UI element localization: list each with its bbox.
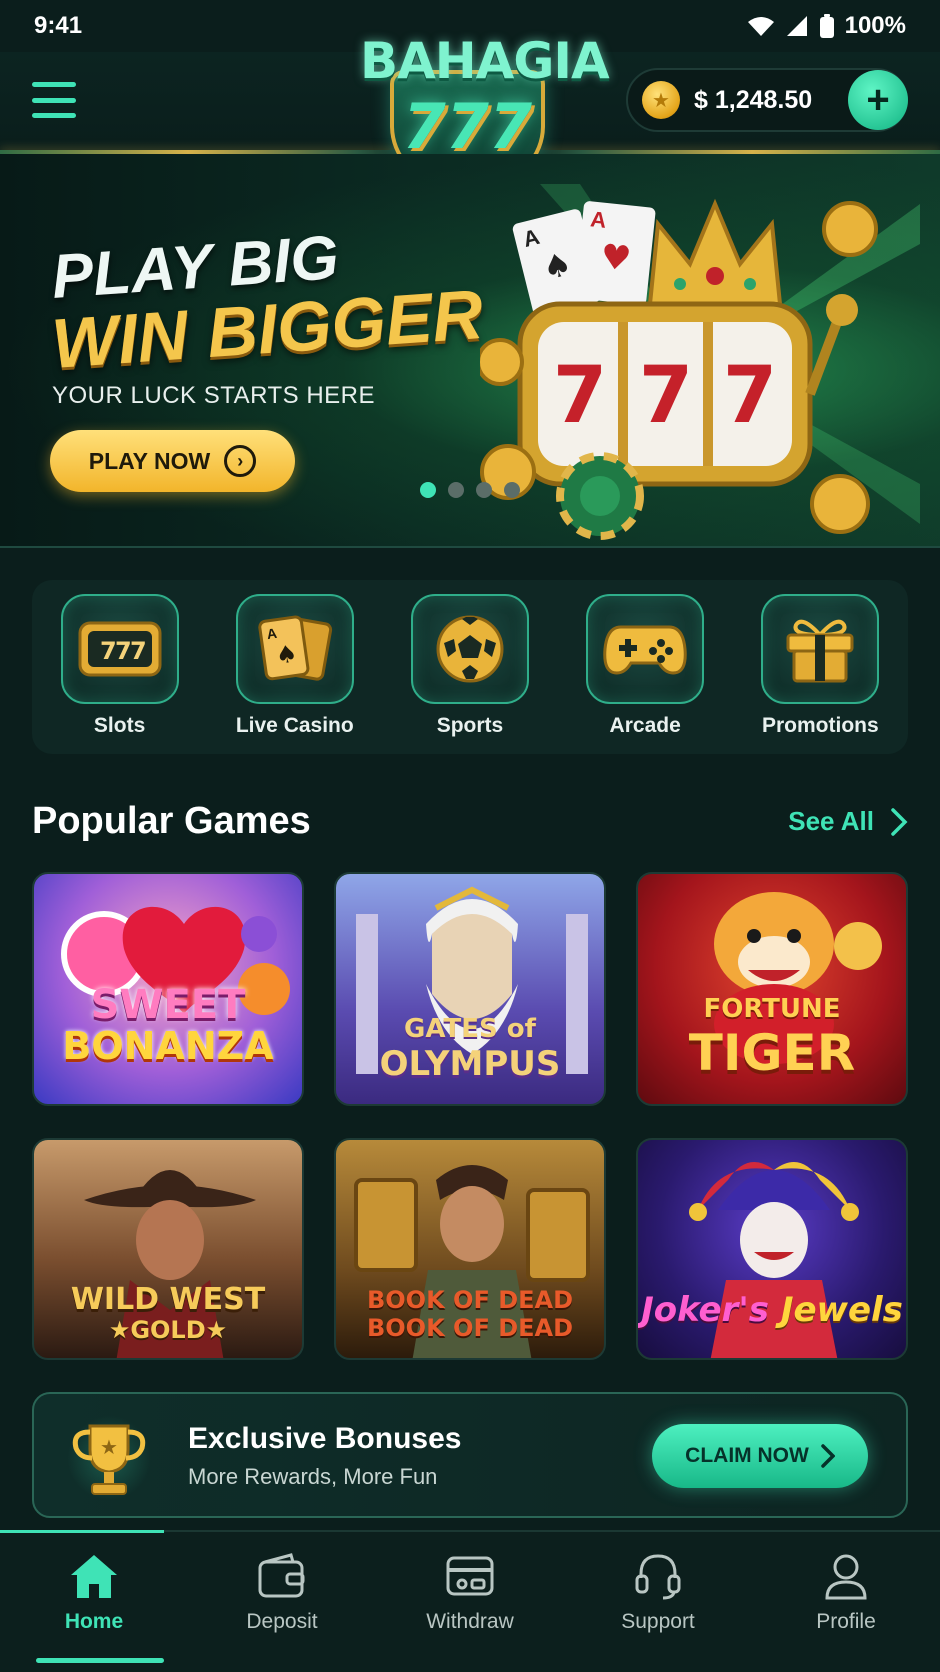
chevron-right-icon xyxy=(821,1444,835,1468)
trophy-icon: ★ xyxy=(72,1424,146,1495)
svg-text:7: 7 xyxy=(553,351,607,441)
balance-pill[interactable]: ★ $ 1,248.50 + xyxy=(626,68,908,132)
active-tab-indicator xyxy=(36,1658,164,1663)
gift-icon xyxy=(786,619,854,683)
svg-text:★: ★ xyxy=(100,1435,118,1459)
category-arcade[interactable]: Arcade xyxy=(580,594,710,738)
hero-divider xyxy=(0,546,940,548)
game-title: FORTUNE xyxy=(703,994,841,1024)
status-time: 9:41 xyxy=(34,12,83,39)
user-icon xyxy=(825,1554,867,1600)
battery-level: 100% xyxy=(844,12,906,39)
category-label: Sports xyxy=(436,714,504,737)
game-subtitle: OLYMPUS xyxy=(379,1044,561,1084)
active-tab-indicator-top xyxy=(0,1530,164,1533)
game-title: BOOK OF DEAD xyxy=(366,1286,573,1314)
status-indicators: 100% xyxy=(747,12,906,40)
game-subtitle: TIGER xyxy=(688,1024,856,1082)
game-subtitle: BONANZA xyxy=(62,1024,274,1068)
game-title: SWEET xyxy=(90,982,246,1028)
add-funds-button[interactable]: + xyxy=(848,70,908,130)
hero-subtitle: YOUR LUCK STARTS HERE xyxy=(52,382,376,409)
game-tile-sweet-bonanza[interactable]: SWEET BONANZA xyxy=(32,872,304,1106)
logo-number: 777 xyxy=(402,90,533,163)
nav-label: Support xyxy=(621,1610,695,1633)
game-title: Joker's Jewels xyxy=(638,1290,906,1330)
balance-amount: $ 1,248.50 xyxy=(694,85,813,114)
claim-now-label: CLAIM NOW xyxy=(685,1444,809,1467)
nav-withdraw[interactable]: Withdraw xyxy=(395,1552,545,1672)
wifi-icon xyxy=(747,17,774,36)
exclusive-bonus-card[interactable]: ★ Exclusive Bonuses More Rewards, More F… xyxy=(32,1392,908,1518)
see-all-label: See All xyxy=(788,806,874,836)
game-title-part2: Jewels xyxy=(780,1290,903,1330)
bonus-subtitle: More Rewards, More Fun xyxy=(188,1464,438,1489)
nav-home[interactable]: Home xyxy=(19,1552,169,1672)
category-label: Slots xyxy=(93,714,146,737)
svg-text:7: 7 xyxy=(723,351,777,441)
category-label: Promotions xyxy=(762,714,879,737)
carousel-dot[interactable] xyxy=(504,482,520,498)
game-tile-wild-west-gold[interactable]: WILD WEST ★GOLD★ xyxy=(32,1138,304,1360)
category-live-casino[interactable]: A ♠ Live Casino xyxy=(230,594,360,738)
game-subtitle: ★GOLD★ xyxy=(108,1316,228,1344)
svg-text:7: 7 xyxy=(130,637,147,665)
battery-icon xyxy=(819,14,834,38)
play-now-button[interactable]: PLAY NOW › xyxy=(50,430,295,492)
game-subtitle: BOOK OF DEAD xyxy=(366,1314,573,1342)
nav-profile[interactable]: Profile xyxy=(771,1552,921,1672)
slot-machine-icon: 7 7 7 xyxy=(78,621,162,677)
see-all-link[interactable]: See All xyxy=(788,806,908,837)
game-tile-fortune-tiger[interactable]: FORTUNE TIGER xyxy=(636,872,908,1106)
trophy-glow: ★ xyxy=(66,1416,152,1500)
crown-icon xyxy=(647,198,783,306)
nav-deposit[interactable]: Deposit xyxy=(207,1552,357,1672)
chevron-right-icon xyxy=(891,807,908,836)
play-now-label: PLAY NOW xyxy=(88,447,211,474)
svg-text:♥: ♥ xyxy=(599,237,633,280)
coin-icon: ★ xyxy=(642,81,680,119)
svg-text:♠: ♠ xyxy=(274,639,299,670)
game-title-part1: Joker's xyxy=(641,1290,769,1330)
game-tile-jokers-jewels[interactable]: Joker's Jewels xyxy=(636,1138,908,1360)
card-icon xyxy=(446,1556,494,1596)
signal-icon xyxy=(786,16,807,36)
bonus-title: Exclusive Bonuses xyxy=(188,1422,462,1455)
home-icon xyxy=(71,1555,117,1598)
nav-label: Profile xyxy=(816,1610,876,1633)
menu-icon[interactable] xyxy=(32,82,76,118)
game-tile-gates-of-olympus[interactable]: GATES of OLYMPUS xyxy=(334,872,606,1106)
category-bar: 7 7 7 Slots A ♠ Live Casino Sports Arcad… xyxy=(32,580,908,754)
playing-cards-icon: A ♠ xyxy=(258,615,332,681)
game-title: WILD WEST xyxy=(70,1282,266,1317)
nav-label: Deposit xyxy=(246,1610,318,1633)
wallet-icon xyxy=(258,1553,305,1598)
claim-now-button[interactable]: CLAIM NOW xyxy=(652,1424,868,1488)
game-tile-book-of-dead[interactable]: BOOK OF DEAD BOOK OF DEAD xyxy=(334,1138,606,1360)
nav-label: Home xyxy=(64,1610,124,1633)
carousel-dot[interactable] xyxy=(448,482,464,498)
hero-banner[interactable]: PLAY BIG WIN BIGGER YOUR LUCK STARTS HER… xyxy=(0,154,940,546)
logo-title: BAHAGIA xyxy=(360,32,610,90)
carousel-dots xyxy=(420,482,520,498)
bottom-navigation: Home Deposit Withdraw Support Profile xyxy=(0,1530,940,1672)
category-slots[interactable]: 7 7 7 Slots xyxy=(55,594,185,738)
popular-games-title: Popular Games xyxy=(32,800,311,842)
soccer-ball-icon xyxy=(436,615,504,683)
nav-support[interactable]: Support xyxy=(583,1552,733,1672)
carousel-dot[interactable] xyxy=(476,482,492,498)
category-label: Live Casino xyxy=(235,714,354,737)
category-sports[interactable]: Sports xyxy=(405,594,535,738)
headset-icon xyxy=(635,1554,681,1600)
category-label: Arcade xyxy=(609,714,681,737)
gamepad-icon xyxy=(603,625,687,675)
svg-text:7: 7 xyxy=(639,351,693,441)
game-title: GATES of xyxy=(404,1014,536,1044)
nav-label: Withdraw xyxy=(426,1610,514,1633)
svg-text:A: A xyxy=(589,206,608,233)
category-promotions[interactable]: Promotions xyxy=(755,594,885,738)
slot-machine-illustration: A ♠ A ♥ 7 7 7 xyxy=(480,184,920,540)
carousel-dot[interactable] xyxy=(420,482,436,498)
arrow-right-icon: › xyxy=(224,445,257,477)
